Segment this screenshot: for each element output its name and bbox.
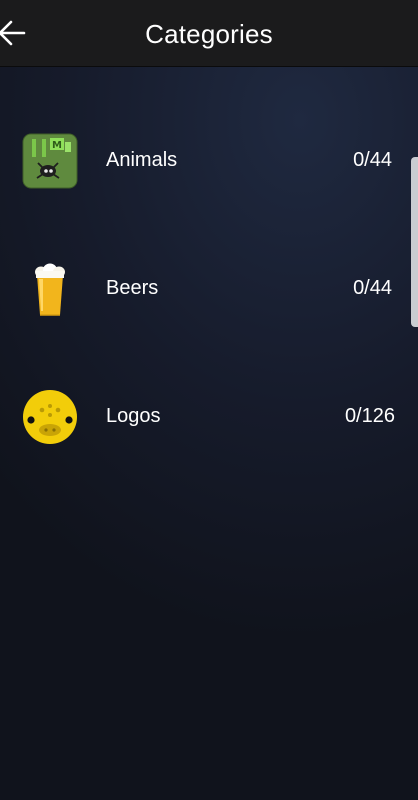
category-label: Animals [106, 149, 178, 171]
scrollbar-thumb[interactable] [411, 157, 418, 327]
category-progress: 0/44 [353, 149, 392, 171]
category-row-beers[interactable]: Beers 0/44 [0, 229, 418, 349]
back-button[interactable] [0, 13, 36, 53]
beer-glass-icon [35, 263, 65, 316]
category-progress: 0/44 [353, 277, 392, 299]
category-progress: 0/126 [344, 405, 395, 427]
category-label: Beers [106, 277, 159, 299]
arrow-left-icon [0, 20, 26, 46]
yellow-face-icon [23, 390, 77, 444]
svg-text:M: M [52, 140, 62, 151]
page-title: Categories [145, 19, 273, 49]
category-row-logos[interactable]: Logos 0/126 [0, 357, 418, 477]
app-bar: Categories [0, 0, 418, 67]
animals-category-icon: M [22, 133, 78, 189]
category-row-animals[interactable]: M Animals 0/44 [0, 101, 418, 221]
category-label: Logos [106, 405, 161, 427]
